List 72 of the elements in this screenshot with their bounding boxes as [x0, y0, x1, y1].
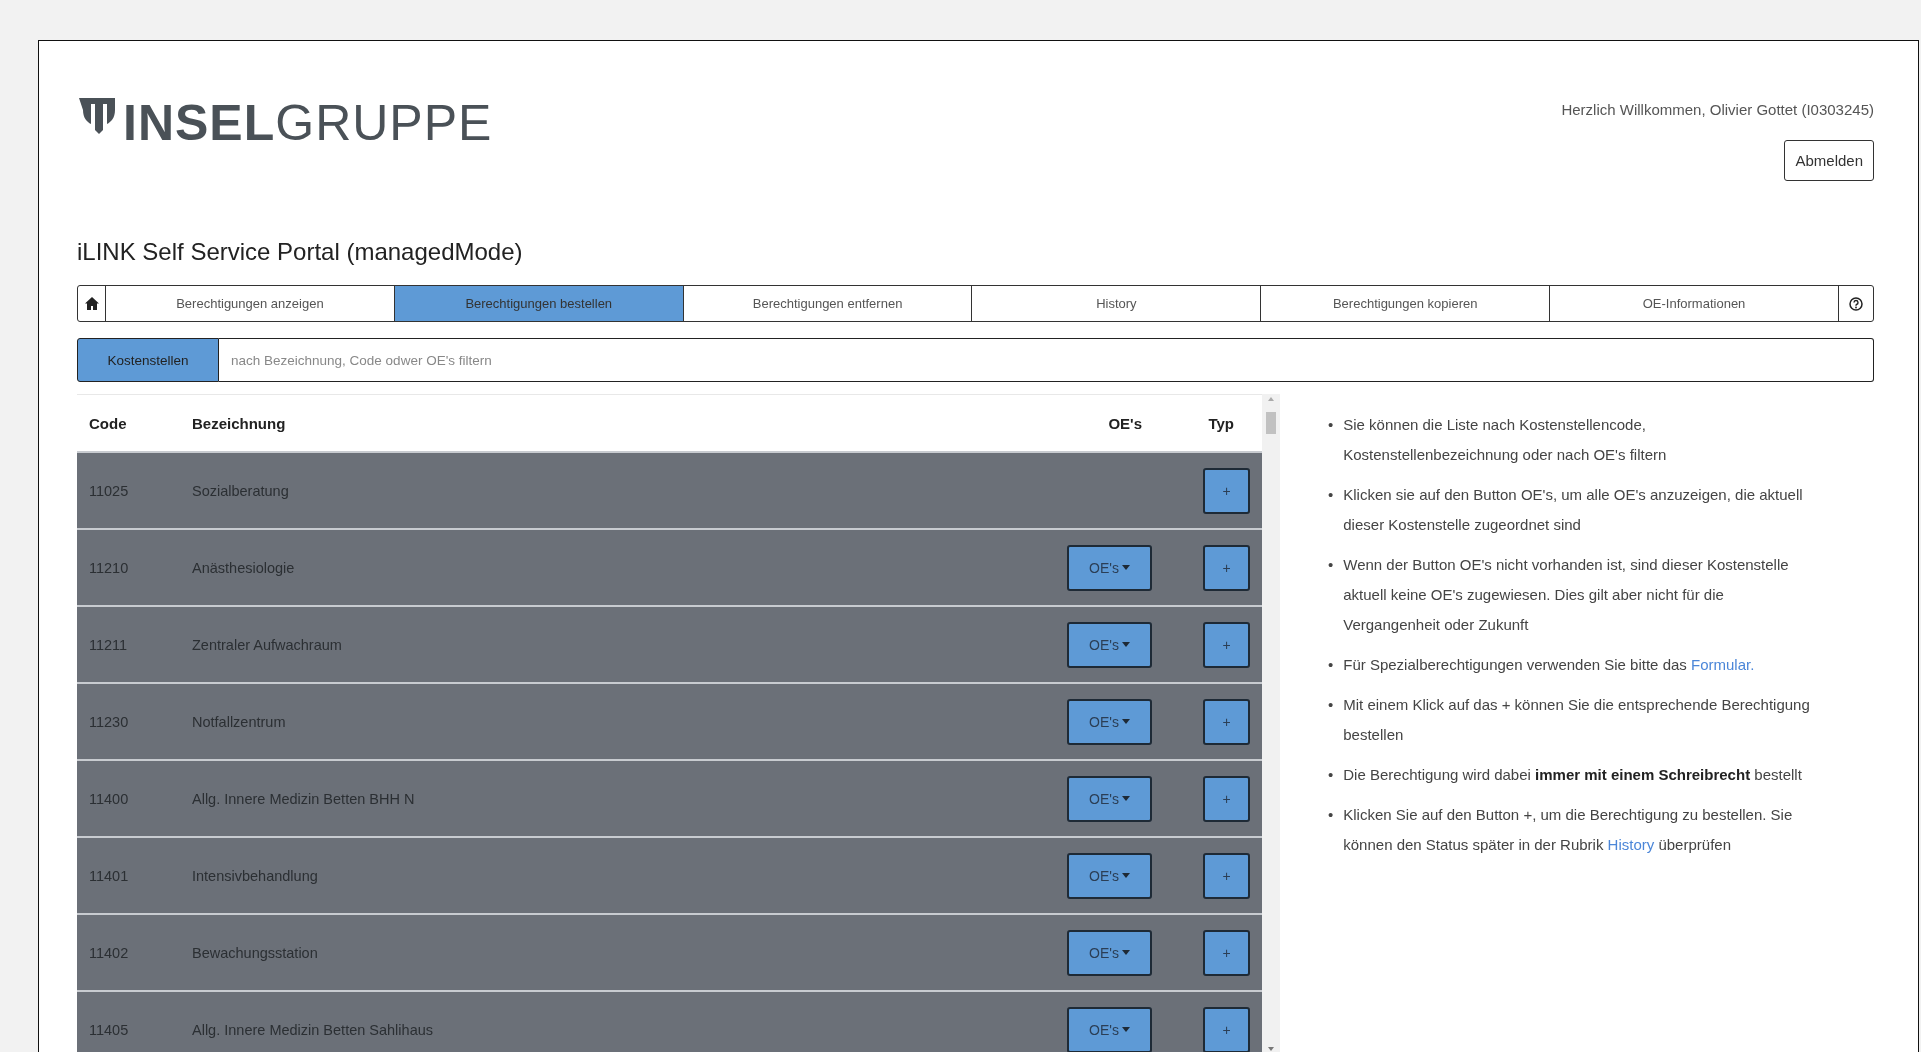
- tab[interactable]: Berechtigungen bestellen: [394, 286, 684, 321]
- bullet: •: [1328, 765, 1334, 785]
- name-cell-text: Anästhesiologie: [192, 559, 296, 576]
- add-button[interactable]: +: [1203, 621, 1250, 668]
- info-text: Mit einem Klick auf das + können Sie die entsprechende Berechtigung bestellen: [1343, 695, 1811, 745]
- tab[interactable]: Berechtigungen anzeigen: [106, 286, 395, 321]
- bullet: •: [1328, 555, 1334, 575]
- name-cell-text: Intensivbehandlung: [192, 867, 319, 884]
- tab[interactable]: History: [972, 286, 1262, 321]
- name-cell-text: Allg. Innere Medizin Betten BHH N: [192, 790, 416, 807]
- oes-dropdown-button[interactable]: OE's: [1067, 1006, 1152, 1052]
- info-text: Die Berechtigung wird dabei immer mit einem Schreibrecht bestellt: [1343, 765, 1803, 785]
- tab[interactable]: OE-Informationen: [1550, 286, 1838, 321]
- code-cell-text: 11402: [88, 944, 130, 961]
- oes-dropdown-button[interactable]: OE's: [1067, 698, 1152, 745]
- oes-dropdown-button[interactable]: OE's: [1067, 929, 1152, 976]
- info-text: Sie können die Liste nach Kostenstellencode, Kostenstellenbezeichnung oder nach OE's filtern: [1343, 415, 1668, 465]
- welcome-text: Herzlich Willkommen, Olivier Gottet (I0303245): [1561, 101, 1874, 118]
- tab[interactable]: Berechtigungen entfernen: [683, 286, 973, 321]
- logout-button[interactable]: Abmelden: [1784, 140, 1874, 181]
- add-button[interactable]: +: [1203, 775, 1250, 822]
- add-button[interactable]: +: [1203, 698, 1250, 745]
- link[interactable]: Formular.: [1691, 656, 1755, 673]
- tab[interactable]: Berechtigungen kopieren: [1261, 286, 1551, 321]
- info-text: Klicken Sie auf den Button +, um die Berechtigung zu bestellen. Sie können den Status später in der Rubrik History überprüfen: [1343, 805, 1794, 855]
- column-header: Bezeichnung: [192, 414, 287, 432]
- code-cell-text: 11400: [88, 790, 130, 807]
- page-title: iLINK Self Service Portal (managedMode): [77, 237, 524, 267]
- add-button[interactable]: +: [1203, 852, 1250, 899]
- bullet: •: [1328, 485, 1334, 505]
- code-cell-text: 11401: [88, 867, 130, 884]
- bullet: •: [1328, 695, 1334, 715]
- add-button[interactable]: +: [1203, 929, 1250, 976]
- caret-icon: [1121, 950, 1130, 955]
- add-button[interactable]: +: [1203, 1006, 1250, 1052]
- caret-icon: [1121, 642, 1130, 647]
- name-cell-text: Allg. Innere Medizin Betten Sahlihaus: [192, 1021, 434, 1038]
- oes-dropdown-button[interactable]: OE's: [1067, 621, 1152, 668]
- info-text: Klicken sie auf den Button OE's, um alle OE's anzuzeigen, die aktuell dieser Kostenstelle zugeordnet sind: [1343, 485, 1804, 535]
- bullet: •: [1328, 415, 1334, 435]
- add-button[interactable]: +: [1203, 544, 1250, 591]
- code-cell-text: 11211: [88, 636, 129, 653]
- filter-field[interactable]: nach Bezeichnung, Code odwer OE's filtern: [219, 338, 1874, 382]
- code-cell-text: 11025: [88, 482, 130, 499]
- help-icon[interactable]: [1848, 296, 1863, 311]
- caret-icon: [1121, 873, 1130, 878]
- filter-label: Kostenstellen: [77, 338, 219, 382]
- caret-icon: [1121, 1027, 1130, 1032]
- code-cell-text: 11405: [88, 1021, 130, 1038]
- bullet: •: [1328, 655, 1334, 675]
- oes-dropdown-button[interactable]: OE's: [1067, 544, 1152, 591]
- logo-text: INSELGRUPPE: [123, 98, 493, 148]
- name-cell-text: Notfallzentrum: [192, 713, 287, 730]
- info-text: Für Spezialberechtigungen verwenden Sie bitte das Formular.: [1343, 655, 1756, 675]
- caret-icon: [1121, 565, 1130, 570]
- column-header: Typ: [1208, 414, 1234, 432]
- code-cell-text: 11210: [88, 559, 130, 576]
- code-cell-text: 11230: [88, 713, 130, 730]
- home-icon[interactable]: [84, 297, 99, 310]
- column-header: OE's: [1108, 414, 1142, 432]
- caret-icon: [1121, 719, 1130, 724]
- link[interactable]: History: [1607, 836, 1655, 853]
- oes-dropdown-button[interactable]: OE's: [1067, 775, 1152, 822]
- name-cell-text: Zentraler Aufwachraum: [192, 636, 343, 653]
- bullet: •: [1328, 805, 1334, 825]
- column-header: Code: [88, 414, 128, 432]
- caret-icon: [1121, 796, 1130, 801]
- add-button[interactable]: +: [1203, 467, 1250, 514]
- info-text: Wenn der Button OE's nicht vorhanden ist, sind dieser Kostenstelle aktuell keine OE's zugewiesen. Dies gilt aber nicht für die Vergangenheit oder Zukunft: [1343, 555, 1790, 635]
- name-cell-text: Sozialberatung: [192, 482, 290, 499]
- name-cell-text: Bewachungsstation: [192, 944, 319, 961]
- oes-dropdown-button[interactable]: OE's: [1067, 852, 1152, 899]
